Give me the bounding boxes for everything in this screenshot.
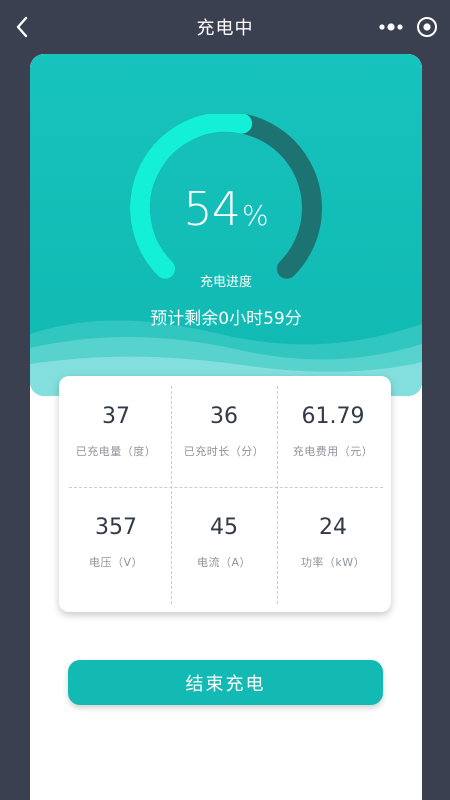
charging-progress-panel: 54% 充电进度 预计剩余0小时59分 xyxy=(30,54,422,396)
stat-value: 24 xyxy=(319,515,347,540)
stat-value: 357 xyxy=(95,515,137,540)
stat-label: 功率（kW） xyxy=(300,556,366,569)
stat-value: 61.79 xyxy=(301,404,365,429)
percent-sign: % xyxy=(241,199,269,232)
stat-label: 已充时长（分） xyxy=(183,445,265,458)
target-circle-icon xyxy=(417,17,437,37)
stat-power: 24 功率（kW） xyxy=(278,515,388,570)
more-button[interactable] xyxy=(376,16,406,38)
divider xyxy=(69,487,383,488)
stat-label: 电压（V） xyxy=(88,556,144,569)
remaining-time: 预计剩余0小时59分 xyxy=(150,309,302,329)
stat-charged-energy: 37 已充电量（度） xyxy=(61,404,171,459)
stat-label: 电流（A） xyxy=(196,556,252,569)
page-title: 充电中 xyxy=(196,18,254,39)
end-charging-button[interactable]: 结束充电 xyxy=(68,660,383,705)
more-dots-icon xyxy=(379,23,403,31)
stat-label: 充电费用（元） xyxy=(292,445,374,458)
back-arrow-icon xyxy=(16,16,28,38)
stat-charging-fee: 61.79 充电费用（元） xyxy=(278,404,388,459)
stat-current: 45 电流（A） xyxy=(169,515,279,570)
stats-card: 37 已充电量（度） 36 已充时长（分） 61.79 充电费用（元） 357 … xyxy=(59,376,391,612)
progress-label: 充电进度 xyxy=(199,275,252,290)
back-button[interactable] xyxy=(8,12,36,42)
percent-value: 54 xyxy=(183,182,241,236)
stat-charged-duration: 36 已充时长（分） xyxy=(169,404,279,459)
progress-percent: 54% xyxy=(30,182,422,236)
stat-label: 已充电量（度） xyxy=(75,445,157,458)
nav-bar: 充电中 xyxy=(0,0,450,54)
stat-voltage: 357 电压（V） xyxy=(61,515,171,570)
close-miniprogram-button[interactable] xyxy=(414,14,440,40)
stat-value: 45 xyxy=(210,515,238,540)
stat-value: 37 xyxy=(102,404,130,429)
stat-value: 36 xyxy=(210,404,238,429)
